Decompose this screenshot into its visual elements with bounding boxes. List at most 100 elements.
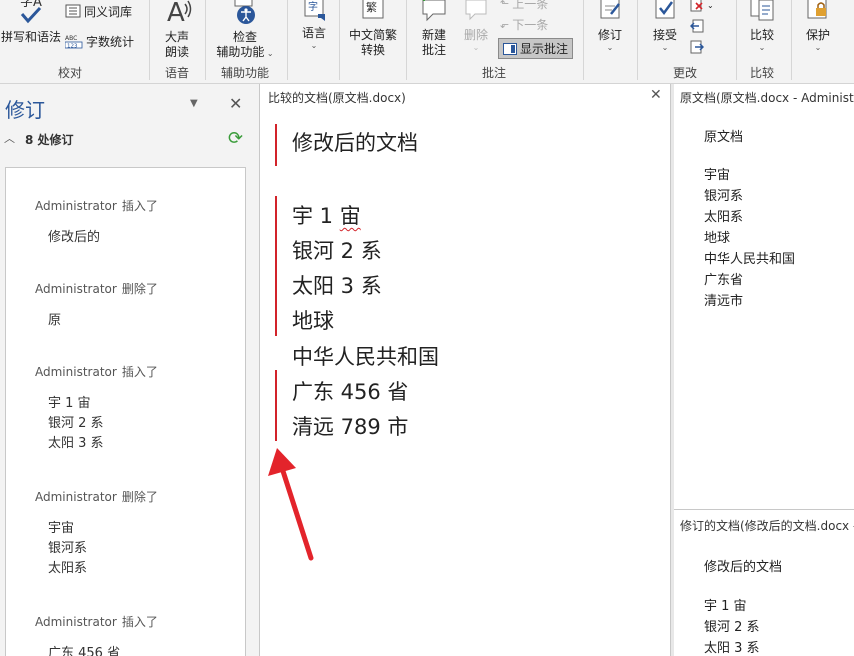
chevron-down-icon: ⌄ [814,43,822,52]
document-line: 宇 1 宙 [704,599,747,614]
revision-text: 太阳 3 系 [48,436,104,451]
chevron-down-icon: ⌄ [310,41,318,50]
original-document-body: 宇宙 银河系 太阳系 地球 中华人民共和国 广东省 清远市 [704,165,795,312]
svg-text:字: 字 [308,0,318,13]
chinese-conversion-button[interactable]: 繁 中文简繁 转换 [344,0,402,58]
new-comment-button[interactable]: 新建 批注 [412,0,456,58]
document-line: 中华人民共和国 [704,252,796,267]
revision-text: 修改后的 [48,230,101,245]
thesaurus-button[interactable]: 同义词库 [65,2,132,20]
revised-document-pane[interactable]: 修订的文档(修改后的文档.docx - Administrator) 修改后的文… [674,512,854,656]
svg-text:A: A [167,0,185,26]
chevron-down-icon: ⌄ [661,43,669,52]
compare-button[interactable]: 比较 ⌄ [742,0,782,53]
revision-action: 删除了 [121,490,158,504]
revision-action: 插入了 [121,615,158,629]
word-count-icon: ABC 123 [65,35,83,49]
thesaurus-icon [65,4,81,18]
revisions-pane-title: 修订 [5,98,45,122]
revised-document-title: 修改后的文档 [704,560,783,575]
revision-text: 银河系 [48,541,88,556]
revision-entry[interactable]: Administrator 删除了 宇宙 银河系 太阳系 [35,488,158,579]
accessibility-group-label: 辅助功能 [220,66,269,80]
document-line: 宇宙 [704,168,731,183]
revised-document-header: 修订的文档(修改后的文档.docx - Administrator) [680,519,854,533]
read-aloud-button[interactable]: A 大声 朗读 [155,0,199,60]
refresh-icon[interactable]: ⟳ [228,128,243,149]
chevron-down-icon: ⌄ [472,43,480,52]
revision-entry[interactable]: Administrator 插入了 修改后的 [35,197,158,248]
changes-group-label: 更改 [672,66,697,80]
revision-action: 插入了 [121,199,158,213]
chevron-down-icon: ⌄ [606,43,614,52]
revision-text: 银河 2 系 [48,416,104,431]
document-line: 银河系 [704,189,744,204]
ribbon-separator [339,0,340,80]
document-line: 清远市 [704,294,744,309]
collapse-chevron-icon[interactable]: ︿ [4,130,15,146]
next-icon: ⬐ [500,17,510,31]
next-comment-button[interactable]: ⬐ 下一条 [500,15,548,33]
track-changes-icon [600,0,620,19]
chevron-down-icon: ⌄ [264,49,274,58]
ribbon-separator [583,0,584,80]
check-accessibility-button[interactable]: 检查 辅助功能 ⌄ [210,0,280,61]
document-line: 太阳系 [704,210,744,225]
original-document-pane[interactable]: 原文档(原文档.docx - Administrator) 原文档 宇宙 银河系… [674,84,854,510]
svg-text:ABC: ABC [65,35,77,42]
protect-button[interactable]: 保护 ⌄ [798,0,838,53]
read-aloud-icon: A [167,0,192,28]
next-change-button[interactable] [690,38,704,56]
compare-group-label: 比较 [749,66,774,80]
svg-text:繁: 繁 [366,0,377,14]
compare-icon [750,0,774,21]
delete-comment-button[interactable]: 删除 ⌄ [456,0,496,53]
previous-change-button[interactable] [690,17,704,35]
revisions-pane: 修订 ▼ ✕ ︿ 8 处修订 ⟳ Administrator 插入了 修改后的 A… [0,84,259,656]
ribbon-separator [406,0,407,80]
revision-author: Administrator [35,365,117,379]
revision-count: 8 处修订 [25,133,74,147]
ribbon-separator [287,0,288,80]
proofing-group-label: 校对 [57,66,82,80]
previous-comment-button[interactable]: ⬑ 上一条 [500,0,548,12]
chevron-down-icon: ⌄ [758,43,766,52]
delete-comment-icon [465,0,487,21]
ribbon-separator [791,0,792,80]
document-line: 银河 2 系 [704,620,760,635]
accept-button[interactable]: 接受 ⌄ [645,0,685,53]
word-count-button[interactable]: ABC 123 字数统计 [65,32,134,50]
next-change-icon [690,40,704,54]
document-line: 广东省 [704,273,744,288]
reject-button[interactable]: ⌄ [690,0,714,14]
reject-icon [690,0,703,12]
original-document-header: 原文档(原文档.docx - Administrator) [680,91,854,105]
chinese-conversion-icon: 繁 [362,0,384,19]
pane-options-dropdown-icon[interactable]: ▼ [190,98,198,109]
show-comments-icon [503,42,517,55]
language-button[interactable]: 字 语言 ⌄ [294,0,334,51]
previous-icon: ⬑ [500,0,510,10]
close-icon[interactable]: ✕ [229,94,242,113]
revision-text: 宇宙 [48,521,75,536]
show-comments-toggle[interactable]: 显示批注 [498,38,574,59]
revision-author: Administrator [35,490,117,504]
revision-action: 删除了 [121,282,158,296]
protect-icon [807,0,827,19]
track-changes-button[interactable]: 修订 ⌄ [590,0,630,53]
revision-entry[interactable]: Administrator 删除了 原 [35,280,158,331]
revision-text: 原 [48,313,62,328]
revision-author: Administrator [35,282,117,296]
ribbon-separator [637,0,638,80]
revision-action: 插入了 [121,365,158,379]
revision-entry[interactable]: Administrator 插入了 宇 1 宙 银河 2 系 太阳 3 系 [35,363,158,454]
revised-document-body: 宇 1 宙 银河 2 系 太阳 3 系 [704,596,760,656]
speech-group-label: 语音 [164,66,189,80]
compared-document-pane[interactable]: 比较的文档(原文档.docx) ✕ 修改后的文档 宇 1 宙 银河 2 系 太阳… [259,84,671,656]
new-comment-icon [422,0,446,22]
chevron-down-icon: ⌄ [707,0,714,10]
revision-entry[interactable]: Administrator 插入了 广东 456 省 [35,613,158,656]
spelling-grammar-button[interactable]: 字A 拼写和语法 [0,0,62,45]
revision-text: 广东 456 省 [48,646,121,656]
document-line: 太阳 3 系 [704,641,760,656]
